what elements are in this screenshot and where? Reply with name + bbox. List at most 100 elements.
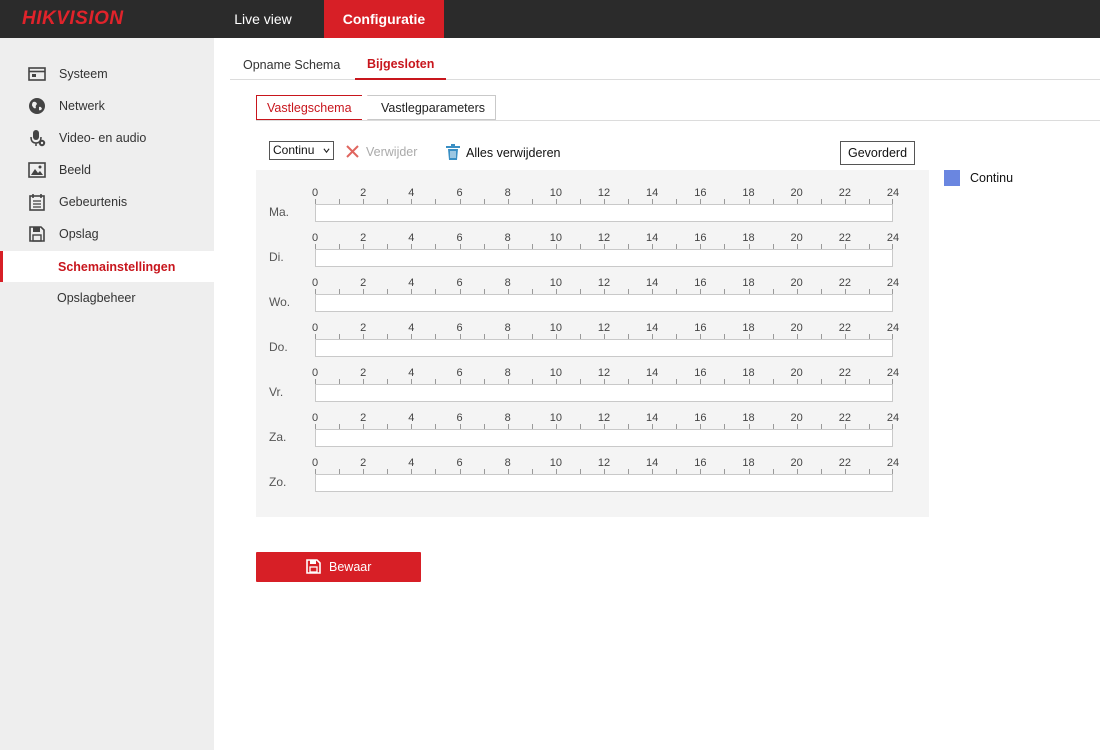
hour-tick-label: 12 (597, 412, 611, 424)
nav-live-view[interactable]: Live view (212, 0, 314, 38)
sidebar: Systeem Netwerk Video- en audio Beeld Ge… (0, 38, 214, 750)
day-label: Zo. (269, 475, 287, 489)
schedule-day-row: Vr. 0 2 4 6 8 10 12 14 16 18 20 22 24 (256, 350, 929, 402)
close-icon (346, 145, 359, 158)
hour-tick-label: 24 (886, 322, 900, 334)
hour-tick-label: 24 (886, 367, 900, 379)
sidebar-item-system[interactable]: Systeem (0, 59, 214, 89)
hour-tick-label: 22 (838, 187, 851, 199)
advanced-button[interactable]: Gevorderd (840, 141, 915, 165)
sidebar-item-event[interactable]: Gebeurtenis (0, 187, 214, 217)
hour-tick-label: 6 (456, 322, 463, 334)
day-schedule-bar[interactable] (315, 474, 893, 492)
hour-tick-label: 4 (408, 277, 415, 289)
sidebar-item-network[interactable]: Netwerk (0, 91, 214, 121)
sidebar-item-label: Beeld (59, 163, 91, 177)
tab-capture[interactable]: Bijgesloten (355, 52, 447, 80)
subtab-capture-parameters[interactable]: Vastlegparameters (368, 95, 496, 120)
delete-all-label: Alles verwijderen (466, 146, 561, 160)
hour-tick-label: 16 (694, 367, 707, 379)
hour-tick-label: 24 (886, 232, 900, 244)
hour-tick-label: 6 (456, 367, 463, 379)
hour-tick-label: 0 (311, 232, 319, 244)
hour-tick-label: 18 (742, 412, 755, 424)
hour-tick-label: 2 (360, 367, 367, 379)
hour-tick-label: 24 (886, 187, 900, 199)
sidebar-item-storage[interactable]: Opslag (0, 219, 214, 249)
save-label: Bewaar (329, 560, 372, 574)
hour-tick-label: 0 (311, 367, 319, 379)
delete-label: Verwijder (366, 145, 418, 159)
hour-tick-label: 16 (694, 412, 707, 424)
sub-tabs: Vastlegschema Vastlegparameters (256, 95, 1100, 121)
schedule-day-row: Wo. 0 2 4 6 8 10 12 14 16 18 20 22 24 (256, 260, 929, 312)
globe-icon (29, 98, 45, 114)
sidebar-item-video-audio[interactable]: Video- en audio (0, 123, 214, 153)
hour-tick-label: 18 (742, 187, 755, 199)
hour-tick-label: 2 (360, 412, 367, 424)
hour-tick-label: 0 (311, 187, 319, 199)
sidebar-item-label: Netwerk (59, 99, 105, 113)
hour-tick-label: 12 (597, 187, 611, 199)
hour-tick-label: 4 (408, 187, 415, 199)
hour-tick-label: 24 (886, 457, 900, 469)
hour-tick-label: 8 (504, 412, 511, 424)
nav-configuration[interactable]: Configuratie (324, 0, 444, 38)
hikvision-logo: HIKVISION (22, 8, 124, 29)
hour-tick-label: 12 (597, 367, 611, 379)
tab-record-schedule[interactable]: Opname Schema (243, 58, 340, 72)
hour-tick-label: 6 (456, 232, 463, 244)
floppy-disk-icon (29, 226, 45, 242)
hour-tick-label: 8 (504, 187, 511, 199)
hour-tick-label: 20 (790, 187, 803, 199)
hour-tick-label: 10 (549, 322, 562, 334)
hour-tick-label: 2 (360, 232, 367, 244)
schedule-day-row: Di. 0 2 4 6 8 10 12 14 16 18 20 22 24 (256, 215, 929, 267)
hour-tick-label: 22 (838, 232, 851, 244)
hour-tick-label: 0 (311, 457, 319, 469)
hour-tick-label: 14 (646, 457, 659, 469)
schedule-type-select[interactable]: Continu (269, 141, 334, 160)
hour-tick-label: 10 (549, 232, 562, 244)
sidebar-subitem-schedule-settings[interactable]: Schemainstellingen (0, 251, 214, 282)
hour-tick-label: 6 (456, 412, 463, 424)
hour-tick-label: 4 (408, 232, 415, 244)
hour-tick-label: 4 (408, 367, 415, 379)
hour-tick-label: 8 (504, 232, 511, 244)
hour-tick-label: 14 (646, 322, 659, 334)
hour-tick-label: 14 (646, 232, 659, 244)
sidebar-item-label: Opslag (59, 227, 99, 241)
hour-tick-label: 8 (504, 277, 511, 289)
hour-tick-label: 0 (311, 277, 319, 289)
hour-tick-label: 20 (790, 367, 803, 379)
sidebar-item-label: Systeem (59, 67, 108, 81)
hour-tick-label: 18 (742, 322, 755, 334)
save-button[interactable]: Bewaar (256, 552, 421, 582)
sidebar-item-image[interactable]: Beeld (0, 155, 214, 185)
sidebar-item-label: Gebeurtenis (59, 195, 128, 209)
monitor-icon (28, 67, 46, 81)
hour-tick-label: 20 (790, 232, 803, 244)
hour-tick-label: 24 (886, 277, 900, 289)
subtab-capture-schedule[interactable]: Vastlegschema (256, 95, 367, 120)
hour-tick-label: 12 (597, 277, 611, 289)
trash-icon (446, 144, 460, 160)
hour-tick-label: 12 (597, 457, 611, 469)
hour-tick-label: 10 (549, 412, 562, 424)
hour-tick-label: 2 (360, 322, 367, 334)
hour-tick-label: 6 (456, 187, 463, 199)
hour-tick-label: 16 (694, 187, 707, 199)
hour-tick-label: 14 (646, 187, 659, 199)
hour-tick-label: 2 (360, 457, 367, 469)
hour-tick-label: 16 (694, 457, 707, 469)
hour-tick-label: 4 (408, 457, 415, 469)
hour-tick-label: 24 (886, 412, 900, 424)
hour-tick-label: 0 (311, 322, 319, 334)
sidebar-subitem-storage-management[interactable]: Opslagbeheer (0, 282, 214, 313)
hour-tick-label: 8 (504, 457, 511, 469)
schedule-type-value: Continu (273, 143, 315, 157)
schedule-panel: Ma. 0 2 4 6 8 10 12 14 16 18 20 22 24 Di. 0 2 4 6 8 10 12 14 16… (256, 170, 929, 517)
hour-tick-label: 10 (549, 367, 562, 379)
hour-tick-label: 20 (790, 322, 803, 334)
main-tabs: Opname Schema Bijgesloten (230, 52, 1100, 80)
